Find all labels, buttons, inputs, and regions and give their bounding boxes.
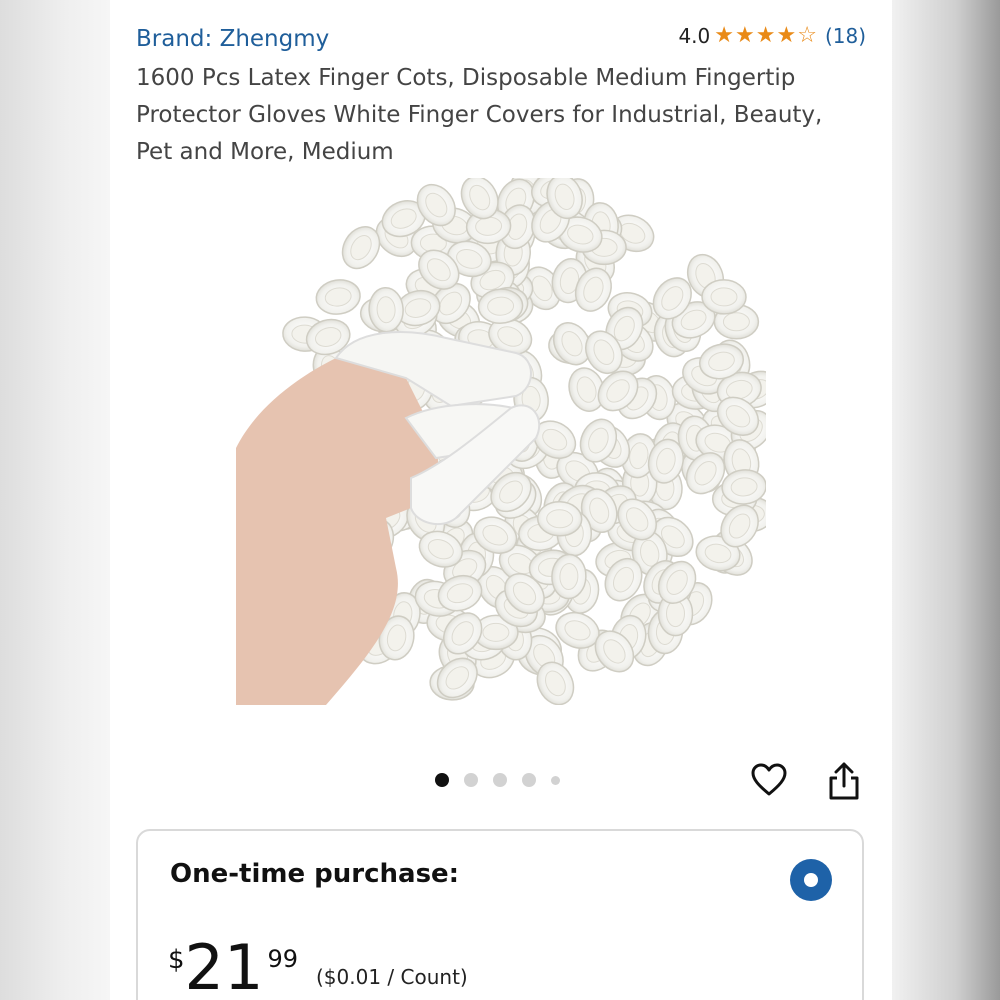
star-icon: ★ (735, 23, 755, 48)
star-icon: ★ (714, 23, 734, 48)
rating-stars: ★ ★ ★ ★ ☆ (714, 25, 817, 47)
heart-outline-icon (751, 763, 787, 796)
purchase-option-label: One-time purchase: (170, 859, 460, 889)
purchase-radio-selected[interactable] (790, 859, 832, 901)
finger-cot (701, 279, 747, 315)
brand-link[interactable]: Brand: Zhengmy (136, 26, 329, 52)
finger-cots-photo (236, 170, 779, 706)
carousel-dot[interactable] (551, 775, 560, 785)
unit-price: ($0.01 / Count) (316, 965, 468, 989)
price-fraction: 99 (267, 945, 298, 973)
finger-cot (551, 553, 587, 600)
star-icon: ★ (755, 23, 776, 48)
wishlist-button[interactable] (750, 761, 788, 799)
product-page: Brand: Zhengmy 4.0 ★ ★ ★ ★ ☆ (18) 1600 P… (110, 0, 892, 1000)
price: $ 21 99 ($0.01 / Count) (168, 935, 468, 1000)
product-image[interactable] (236, 170, 779, 706)
backdrop-left (0, 0, 110, 1000)
finger-cot (536, 501, 583, 537)
product-title: 1600 Pcs Latex Finger Cots, Disposable M… (136, 65, 823, 165)
share-icon (829, 762, 859, 800)
rating-summary[interactable]: 4.0 ★ ★ ★ ★ ☆ (18) (678, 24, 866, 48)
image-carousel-dots[interactable] (435, 773, 560, 787)
carousel-dot[interactable] (435, 773, 449, 787)
one-time-purchase-option[interactable]: One-time purchase: $ 21 99 ($0.01 / Coun… (136, 829, 864, 1000)
finger-cot (315, 279, 361, 315)
backdrop-right (890, 0, 1000, 1000)
rating-count-link[interactable]: (18) (825, 24, 866, 48)
carousel-dot[interactable] (493, 773, 507, 787)
price-currency: $ (168, 945, 185, 975)
rating-value: 4.0 (678, 24, 711, 48)
star-icon: ★ (776, 23, 797, 48)
carousel-dot[interactable] (464, 773, 478, 787)
star-empty-icon: ☆ (797, 23, 817, 48)
price-whole: 21 (184, 931, 264, 1000)
carousel-dot[interactable] (522, 773, 536, 787)
share-button[interactable] (826, 760, 862, 802)
